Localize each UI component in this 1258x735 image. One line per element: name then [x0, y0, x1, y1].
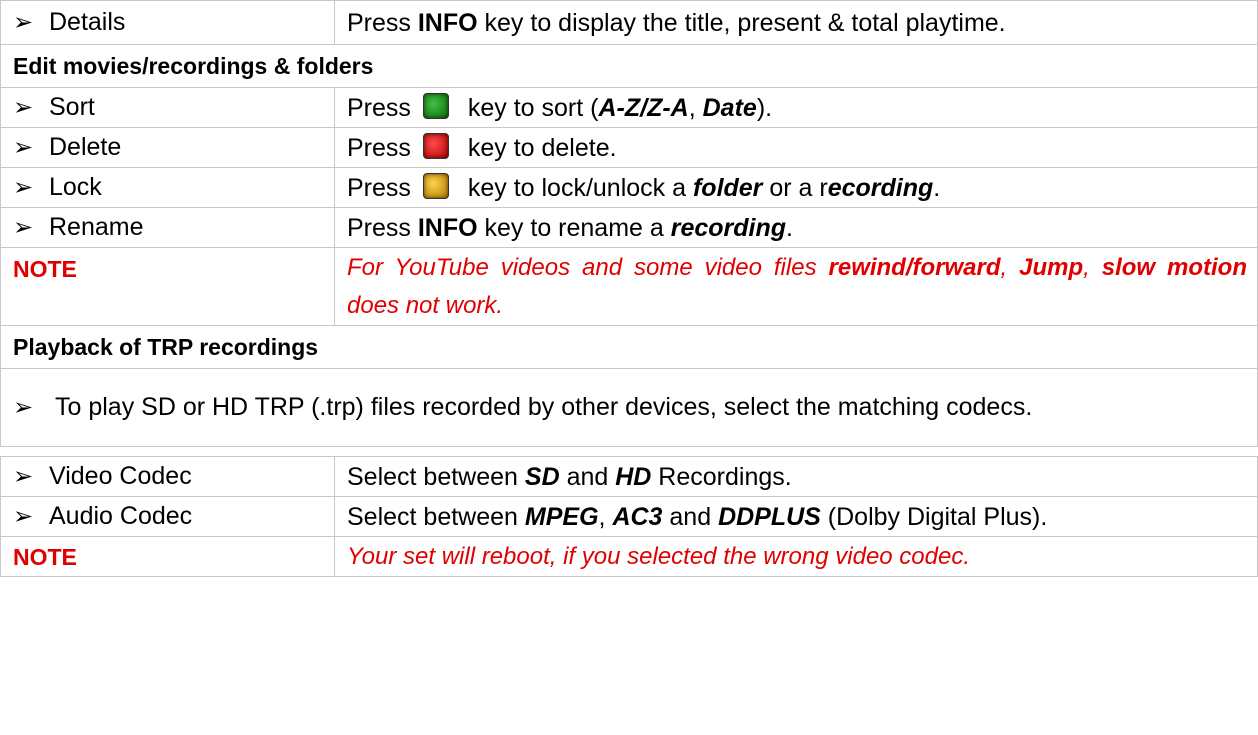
note1-t3: ,	[1083, 253, 1102, 281]
sort-label-cell: ➢ Sort	[0, 87, 335, 128]
lock-mid: or a r	[762, 173, 828, 202]
trp-info-cell: ➢ To play SD or HD TRP (.trp) files recor…	[0, 368, 1258, 447]
sort-end: ).	[756, 93, 773, 122]
video-codec-end: Recordings.	[651, 462, 792, 491]
delete-label: Delete	[49, 133, 122, 161]
audio-codec-pre: Select between	[347, 502, 525, 531]
audio-codec-ddplus: DDPLUS	[718, 502, 821, 531]
lock-label: Lock	[49, 173, 102, 201]
lock-folder: folder	[692, 173, 763, 202]
arrow-bullet-icon: ➢	[13, 94, 34, 121]
edit-section-header-row: Edit movies/recordings & folders	[0, 44, 1258, 88]
spacer-row	[0, 446, 1258, 457]
red-key-icon	[422, 132, 449, 159]
details-pre: Press	[347, 8, 418, 37]
note1-t2: ,	[1000, 253, 1020, 281]
delete-desc-cell: Press key to delete.	[334, 127, 1258, 168]
video-codec-row: ➢ Video Codec Select between SD and HD Re…	[0, 456, 1258, 497]
audio-codec-ac3: AC3	[612, 502, 663, 531]
video-codec-desc-cell: Select between SD and HD Recordings.	[334, 456, 1258, 497]
arrow-bullet-icon: ➢	[13, 394, 34, 421]
lock-row: ➢ Lock Press key to lock/unlock a folder …	[0, 167, 1258, 208]
audio-codec-label: Audio Codec	[49, 502, 193, 530]
sort-comma: ,	[688, 93, 703, 122]
instructions-table: ➢ Details Press INFO key to display the t…	[0, 0, 1258, 577]
sort-row: ➢ Sort Press key to sort (A-Z/Z-A, Date).	[0, 87, 1258, 128]
manual-page: ➢ Details Press INFO key to display the t…	[0, 0, 1258, 735]
rename-row: ➢ Rename Press INFO key to rename a recor…	[0, 207, 1258, 248]
arrow-bullet-icon: ➢	[13, 214, 34, 241]
rename-desc-cell: Press INFO key to rename a recording.	[334, 207, 1258, 248]
lock-post: key to lock/unlock a	[460, 173, 693, 202]
audio-codec-comma: ,	[598, 502, 613, 531]
trp-info-row: ➢ To play SD or HD TRP (.trp) files recor…	[0, 368, 1258, 447]
delete-label-cell: ➢ Delete	[0, 127, 335, 168]
audio-codec-label-cell: ➢ Audio Codec	[0, 496, 335, 537]
sort-desc-cell: Press key to sort (A-Z/Z-A, Date).	[334, 87, 1258, 128]
rename-pre: Press	[347, 213, 418, 242]
delete-row: ➢ Delete Press key to delete.	[0, 127, 1258, 168]
lock-recording: ecording	[827, 173, 934, 202]
trp-info-text: To play SD or HD TRP (.trp) files record…	[55, 393, 1033, 421]
video-codec-mid: and	[559, 462, 616, 491]
note1-t1: For YouTube videos and some video files	[347, 253, 829, 281]
rename-label: Rename	[49, 213, 144, 241]
edit-section-header: Edit movies/recordings & folders	[0, 44, 1258, 88]
note1-t4: does not work.	[347, 291, 504, 319]
video-codec-label: Video Codec	[49, 462, 192, 490]
spacer-cell	[0, 446, 1258, 457]
details-label-cell: ➢ Details	[0, 0, 335, 45]
rename-label-cell: ➢ Rename	[0, 207, 335, 248]
note1-slow: slow motion	[1101, 253, 1247, 281]
video-codec-hd: HD	[615, 462, 652, 491]
details-row: ➢ Details Press INFO key to display the t…	[0, 0, 1258, 45]
note1-text-cell: For YouTube videos and some video files …	[334, 247, 1258, 326]
note1-jump: Jump	[1019, 253, 1084, 281]
details-label: Details	[49, 8, 126, 36]
note2-label: NOTE	[0, 536, 335, 577]
arrow-bullet-icon: ➢	[13, 463, 34, 490]
trp-section-header: Playback of TRP recordings	[0, 325, 1258, 369]
audio-codec-row: ➢ Audio Codec Select between MPEG, AC3 an…	[0, 496, 1258, 537]
trp-section-header-row: Playback of TRP recordings	[0, 325, 1258, 369]
audio-codec-end: (Dolby Digital Plus).	[820, 502, 1048, 531]
note2-row: NOTE Your set will reboot, if you select…	[0, 536, 1258, 577]
note1-label: NOTE	[0, 247, 335, 326]
delete-pre: Press	[347, 133, 411, 162]
lock-label-cell: ➢ Lock	[0, 167, 335, 208]
video-codec-sd: SD	[524, 462, 560, 491]
rename-post: key to rename a	[477, 213, 671, 242]
info-key-text: INFO	[417, 8, 478, 37]
sort-pre: Press	[347, 93, 411, 122]
rename-recording: recording	[670, 213, 787, 242]
arrow-bullet-icon: ➢	[13, 9, 34, 36]
note1-row: NOTE For YouTube videos and some video f…	[0, 247, 1258, 326]
video-codec-label-cell: ➢ Video Codec	[0, 456, 335, 497]
audio-codec-mid: and	[662, 502, 719, 531]
arrow-bullet-icon: ➢	[13, 503, 34, 530]
note2-text: Your set will reboot, if you selected th…	[334, 536, 1258, 577]
info-key-text: INFO	[417, 213, 478, 242]
details-post: key to display the title, present & tota…	[477, 8, 1006, 37]
green-key-icon	[422, 92, 449, 119]
sort-label: Sort	[49, 93, 95, 121]
audio-codec-desc-cell: Select between MPEG, AC3 and DDPLUS (Dol…	[334, 496, 1258, 537]
yellow-key-icon	[422, 172, 449, 199]
arrow-bullet-icon: ➢	[13, 134, 34, 161]
sort-post: key to sort (	[460, 93, 599, 122]
note1-rewind: rewind/forward	[828, 253, 1001, 281]
sort-za: Z-A	[647, 93, 689, 122]
video-codec-pre: Select between	[347, 462, 525, 491]
arrow-bullet-icon: ➢	[13, 174, 34, 201]
sort-az: A-Z	[598, 93, 641, 122]
lock-desc-cell: Press key to lock/unlock a folder or a r…	[334, 167, 1258, 208]
lock-pre: Press	[347, 173, 411, 202]
lock-end: .	[933, 173, 941, 202]
details-desc-cell: Press INFO key to display the title, pre…	[334, 0, 1258, 45]
rename-end: .	[786, 213, 793, 242]
sort-date: Date	[702, 93, 757, 122]
audio-codec-mpeg: MPEG	[524, 502, 599, 531]
delete-post: key to delete.	[460, 133, 617, 162]
